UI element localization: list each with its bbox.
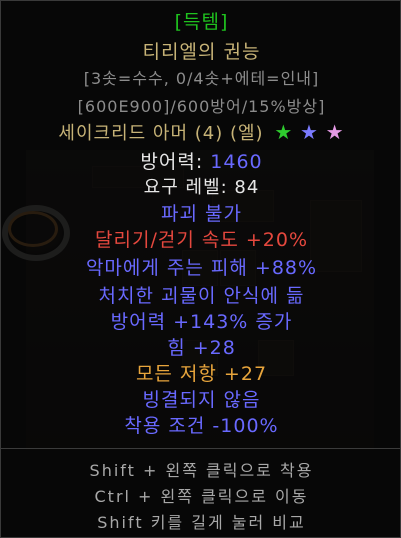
mod-indestructible: 파괴 불가 [161, 203, 242, 225]
hint-shift-hold-compare: Shift 키를 길게 눌러 비교 [97, 513, 306, 532]
defense-stat: 방어력: 1460 [1, 147, 401, 174]
mod-all-resistances: 모든 저항 +27 [135, 363, 268, 385]
hint-ctrl-click-move: Ctrl + 왼쪽 클릭으로 이동 [94, 487, 309, 506]
mod-cannot-be-frozen: 빙결되지 않음 [142, 389, 261, 411]
defense-value: 1460 [210, 151, 263, 173]
base-type-label: 세이크리드 아머 (4) (엘) [58, 123, 264, 144]
base-stats-info: [600E900]/600방어/15%방상] [77, 97, 326, 116]
mod-strength: 힘 +28 [167, 337, 236, 359]
tooltip-divider [1, 448, 401, 449]
item-name: 티리엘의 권능 [142, 41, 261, 63]
mod-damage-to-demons: 악마에게 주는 피해 +88% [85, 257, 318, 279]
mod-run-walk-speed: 달리기/걷기 속도 +20% [95, 229, 308, 251]
quality-tag: [득템] [174, 11, 229, 33]
defense-label: 방어력: [140, 151, 204, 173]
star-icon: ★ [274, 120, 294, 144]
star-icon: ★ [325, 120, 345, 144]
star-icon: ★ [299, 120, 319, 144]
mod-enhanced-defense: 방어력 +143% 증가 [110, 311, 293, 333]
mod-slain-monsters-rest: 처치한 괴물이 안식에 듦 [98, 285, 305, 307]
mod-requirements: 착용 조건 -100% [124, 415, 279, 437]
hint-shift-click-equip: Shift + 왼쪽 클릭으로 착용 [89, 461, 314, 480]
item-tooltip: [득템] 티리엘의 권능 [3솟=수수, 0/4솟+에테=인내] [600E90… [0, 0, 401, 538]
required-level: 요구 레벨: 84 [143, 177, 260, 198]
socket-info: [3솟=수수, 0/4솟+에테=인내] [83, 69, 320, 88]
rating-stars: ★ ★ ★ [274, 120, 345, 144]
base-type: 세이크리드 아머 (4) (엘) ★ ★ ★ [1, 119, 401, 145]
